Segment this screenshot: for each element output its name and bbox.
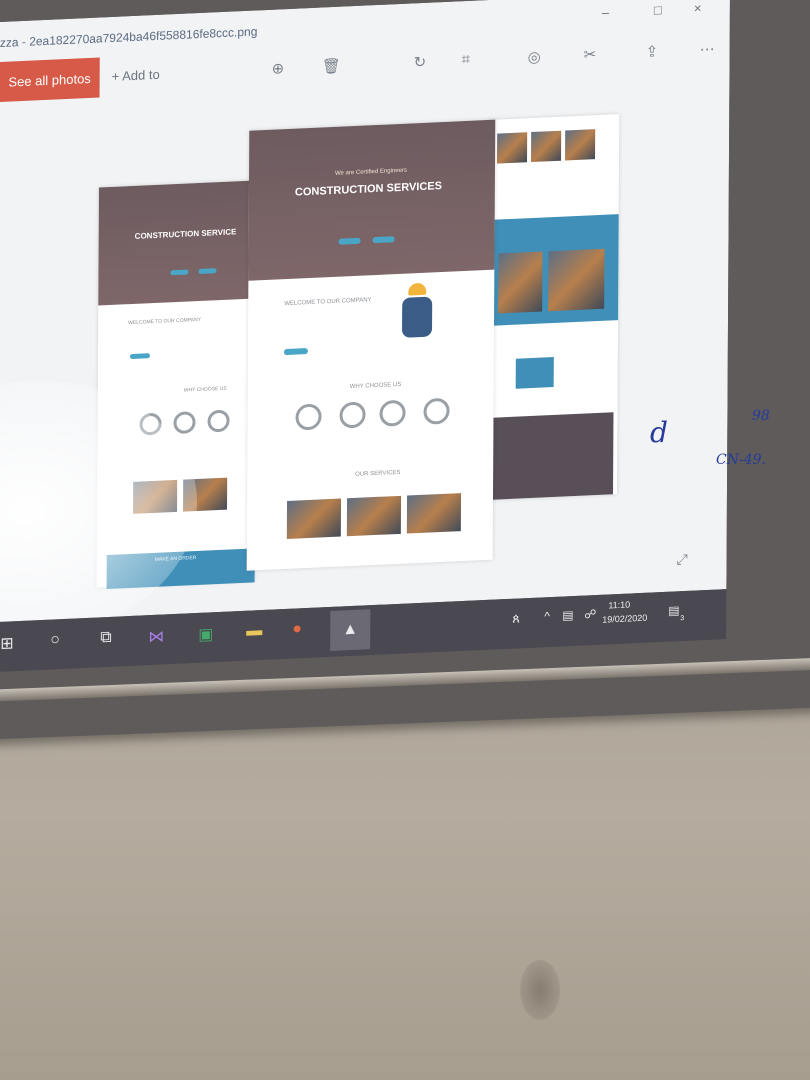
excel-icon[interactable]: ▣	[198, 624, 213, 645]
service-photo	[497, 132, 528, 164]
section-title: WELCOME TO OUR COMPANY	[128, 316, 201, 327]
visual-studio-icon[interactable]: ⋈	[148, 626, 164, 647]
service-photo	[183, 477, 228, 512]
people-icon[interactable]: ጰ	[512, 610, 520, 626]
order-band: MAKE AN ORDER	[106, 548, 255, 590]
enhance-icon[interactable]: ◎	[528, 48, 541, 67]
more-icon[interactable]: ⋯	[700, 40, 715, 59]
hero-banner: CONSTRUCTION SERVICE	[98, 180, 257, 306]
clock-time[interactable]: 11:10	[608, 599, 630, 610]
section-title: OUR SERVICES	[355, 469, 401, 478]
photos-app-window: zza - 2ea182270aa7924ba46f558816fe8ccc.p…	[0, 0, 730, 649]
powerpoint-icon[interactable]: ●	[292, 620, 302, 638]
feature-icon	[423, 397, 450, 425]
feature-icon	[173, 411, 196, 435]
wall-stain	[520, 960, 560, 1020]
marker-scribble: 98	[752, 408, 770, 424]
section-title: WELCOME TO OUR COMPANY	[284, 297, 372, 308]
tray-app-icon[interactable]: ▤	[562, 608, 573, 623]
feature-icon	[295, 403, 322, 431]
share-icon[interactable]: ⇪	[646, 42, 659, 61]
photos-icon[interactable]: ▲	[330, 609, 371, 651]
website-mockup-right	[485, 114, 620, 501]
add-to-button[interactable]: + Add to	[112, 67, 160, 84]
hero-kicker: We are Certified Engineers	[334, 167, 407, 177]
contact-box	[515, 356, 554, 389]
edit-icon[interactable]: ✂	[584, 45, 597, 64]
projected-screen: zza - 2ea182270aa7924ba46f558816fe8ccc.p…	[0, 0, 730, 672]
worker-illustration	[398, 282, 448, 344]
feature-icon	[339, 401, 366, 429]
cta-button	[372, 236, 395, 244]
delete-icon[interactable]: 🗑	[322, 57, 341, 76]
clock-date[interactable]: 19/02/2020	[602, 613, 647, 625]
hero-banner: We are Certified Engineers CONSTRUCTION …	[248, 119, 496, 281]
read-more-button	[283, 348, 308, 356]
maximize-button[interactable]: □	[654, 2, 662, 17]
read-more-button	[129, 353, 150, 360]
network-icon[interactable]: ☍	[584, 607, 596, 622]
service-photo	[531, 130, 562, 163]
expand-icon[interactable]: ⤢	[677, 551, 688, 569]
website-mockup-center: We are Certified Engineers CONSTRUCTION …	[246, 119, 496, 571]
service-photo	[406, 493, 462, 534]
see-all-photos-button[interactable]: See all photos	[0, 57, 100, 102]
cta-button	[338, 237, 361, 245]
window-title: zza - 2ea182270aa7924ba46f558816fe8ccc.p…	[0, 24, 258, 50]
cortana-icon[interactable]: ○	[50, 631, 60, 649]
file-explorer-icon[interactable]: ▬	[246, 622, 262, 641]
site-footer	[489, 412, 614, 500]
marker-scribble: d	[650, 416, 668, 449]
close-button[interactable]: ×	[694, 0, 702, 15]
service-photo	[286, 498, 342, 539]
service-photo	[346, 495, 402, 537]
projects-band	[490, 214, 619, 326]
feature-icon	[207, 409, 230, 433]
feature-icon	[379, 399, 406, 427]
service-photo	[565, 129, 596, 161]
cta-button	[170, 269, 189, 276]
crop-icon[interactable]: ⌗	[462, 51, 471, 68]
hero-title: CONSTRUCTION SERVICE	[134, 227, 237, 241]
marker-scribble: CN-49.	[716, 452, 766, 468]
project-photo	[548, 248, 605, 312]
rotate-icon[interactable]: ↻	[414, 53, 427, 72]
task-view-icon[interactable]: ⧉	[100, 629, 112, 648]
start-icon[interactable]: ⊞	[0, 633, 14, 654]
feature-icon	[139, 412, 162, 436]
notification-count: 3	[680, 615, 685, 623]
tray-chevron-icon[interactable]: ^	[544, 609, 550, 623]
notification-icon[interactable]: ▤	[668, 603, 679, 618]
project-photo	[498, 251, 543, 314]
cta-button	[198, 268, 217, 274]
service-photo	[133, 479, 178, 514]
zoom-icon[interactable]: ⊕	[272, 59, 285, 78]
section-title: WHY CHOOSE US	[349, 381, 402, 391]
minimize-button[interactable]: –	[602, 5, 609, 20]
hero-title: CONSTRUCTION SERVICES	[294, 180, 443, 199]
section-title: WHY CHOOSE US	[183, 385, 227, 394]
website-mockup-left: CONSTRUCTION SERVICE WELCOME TO OUR COMP…	[96, 180, 257, 590]
